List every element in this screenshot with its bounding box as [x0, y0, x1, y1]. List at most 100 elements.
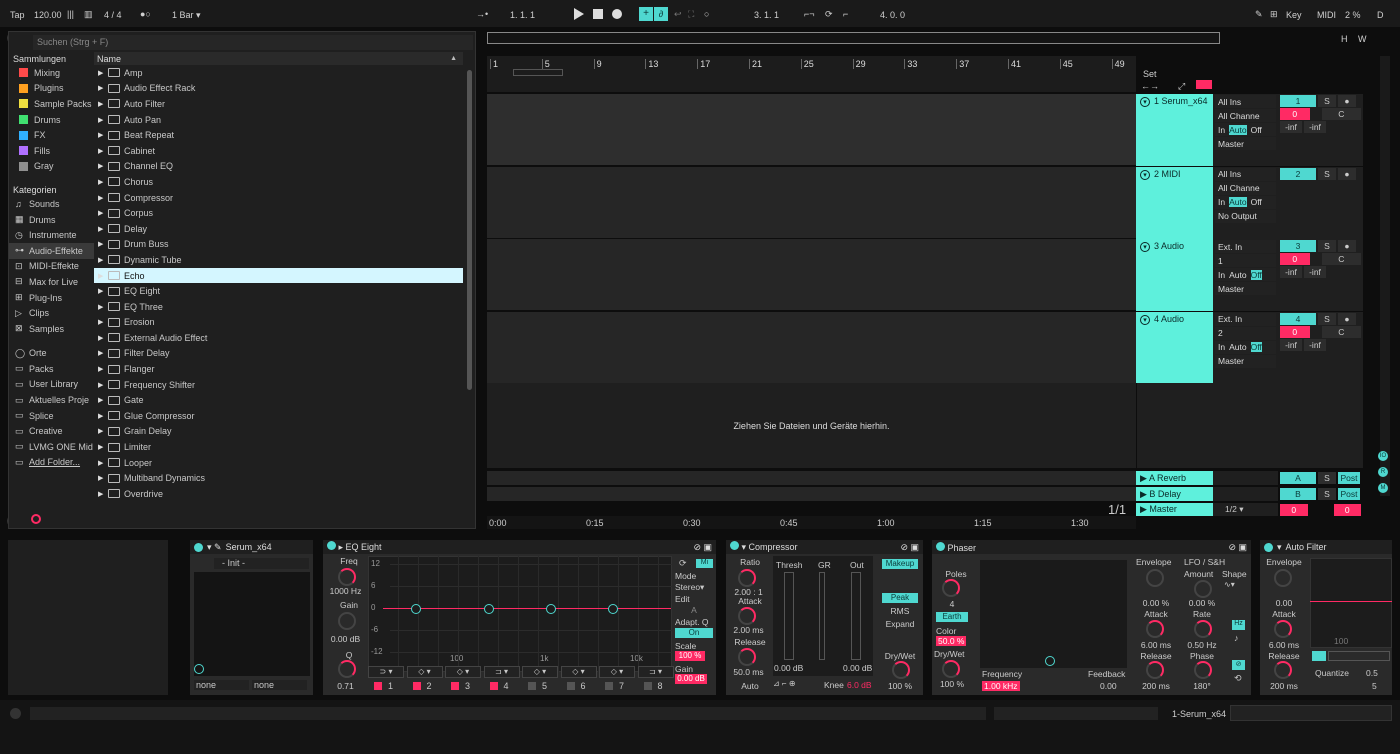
- browser-list-item[interactable]: ▶ Dynamic Tube: [94, 252, 463, 268]
- category-item[interactable]: ▦ Drums: [9, 212, 94, 228]
- midi-map-button[interactable]: MIDI: [1317, 10, 1336, 20]
- comp-knee-value[interactable]: 6.0 dB: [847, 680, 872, 690]
- preview-icon[interactable]: [31, 514, 41, 524]
- tap-button[interactable]: Tap: [10, 10, 25, 20]
- place-item[interactable]: ▭ Splice: [9, 408, 94, 424]
- r-toggle-button[interactable]: R: [1378, 467, 1388, 477]
- monitor-auto-button[interactable]: Auto: [1229, 197, 1247, 207]
- collection-item[interactable]: Gray: [9, 159, 94, 175]
- eq-filter-shape-icon[interactable]: ◇ ▾: [560, 666, 597, 678]
- eq-band-toggle[interactable]: [566, 682, 575, 690]
- monitor-switch[interactable]: In Auto Off: [1215, 268, 1276, 281]
- place-item[interactable]: ▭ Aktuelles Proje: [9, 392, 94, 408]
- af-filter-type-buttons[interactable]: [1312, 651, 1326, 661]
- eq-band-toggle[interactable]: [528, 682, 536, 690]
- track-header[interactable]: ▾ 2 MIDI: [1136, 166, 1213, 239]
- browser-list-item[interactable]: ▶ EQ Three: [94, 299, 463, 315]
- comp-rms-button[interactable]: RMS: [882, 606, 918, 616]
- browser-list-item[interactable]: ▶ Filter Delay: [94, 346, 463, 362]
- monitor-switch[interactable]: In Auto Off: [1215, 340, 1276, 354]
- eq-filter-shape-icon[interactable]: ⊐ ▾: [637, 666, 674, 678]
- track-header[interactable]: ▾ 1 Serum_x64: [1136, 94, 1213, 166]
- eq-band-node[interactable]: [546, 604, 556, 614]
- expand-arrow-icon[interactable]: ▶: [98, 147, 108, 155]
- master-fold-icon[interactable]: ▶: [1140, 504, 1149, 514]
- input-type-dropdown[interactable]: All Ins: [1215, 95, 1276, 108]
- pan-field[interactable]: C: [1321, 108, 1361, 120]
- arm-button[interactable]: ●: [1338, 312, 1356, 325]
- phaser-attack-knob[interactable]: [1146, 620, 1164, 638]
- phaser-poles-knob[interactable]: [942, 579, 960, 597]
- automation-arm-button[interactable]: ∂: [654, 7, 668, 21]
- expand-arrow-icon[interactable]: ▶: [98, 412, 108, 420]
- draw-mode-icon[interactable]: ✎: [1255, 9, 1263, 20]
- phaser-drywet-knob[interactable]: [942, 660, 960, 678]
- af-quantize-label[interactable]: Quantize: [1315, 668, 1349, 678]
- place-item[interactable]: ▭ User Library: [9, 377, 94, 393]
- category-item[interactable]: ▷ Clips: [9, 305, 94, 321]
- wrench-icon[interactable]: ▾ ✎: [207, 542, 222, 553]
- browser-list-item[interactable]: ▶ Multiband Dynamics: [94, 470, 463, 486]
- browser-list-item[interactable]: ▶ Delay: [94, 221, 463, 237]
- phaser-shape-dropdown[interactable]: ∿▾: [1224, 580, 1235, 589]
- eq-band-toggle[interactable]: [643, 682, 652, 690]
- collection-item[interactable]: Sample Packs: [9, 96, 94, 112]
- metronome-icon[interactable]: |||: [67, 9, 74, 19]
- expand-arrow-icon[interactable]: ▶: [98, 84, 108, 92]
- stop-icon[interactable]: [593, 9, 603, 19]
- eq-filter-shape-icon[interactable]: ⊃ ▾: [368, 666, 404, 678]
- input-type-dropdown[interactable]: Ext. In: [1215, 312, 1276, 326]
- expand-arrow-icon[interactable]: ▶: [98, 474, 108, 482]
- loop-icon[interactable]: ⟳: [825, 9, 833, 20]
- expand-arrow-icon[interactable]: ▶: [98, 365, 108, 373]
- loop-length-field[interactable]: 4. 0. 0: [880, 10, 905, 20]
- phaser-power-icon[interactable]: [936, 541, 945, 551]
- category-item[interactable]: ⊡ MIDI-Effekte: [9, 259, 94, 275]
- arm-button[interactable]: ●: [1338, 167, 1356, 180]
- eq-edit-value[interactable]: A: [675, 605, 713, 615]
- punch-in-icon[interactable]: ⌐¬: [804, 9, 815, 19]
- eq-gain-knob[interactable]: [338, 612, 356, 630]
- af-q-value[interactable]: 0.5: [1366, 668, 1378, 678]
- return-activator-button[interactable]: B: [1280, 488, 1316, 500]
- eq-scale-value[interactable]: 100 %: [675, 651, 705, 661]
- volume-field[interactable]: 0: [1280, 325, 1310, 338]
- output-dropdown[interactable]: Master: [1215, 137, 1276, 150]
- eq-settings-icon[interactable]: ⊘ ▣: [693, 542, 712, 553]
- expand-arrow-icon[interactable]: ▶: [98, 318, 108, 326]
- key-map-button[interactable]: Key: [1286, 10, 1302, 20]
- expand-arrow-icon[interactable]: ▶: [98, 396, 108, 404]
- eq-filter-shape-icon[interactable]: ◇ ▾: [522, 666, 558, 678]
- arrangement-scrollbar[interactable]: [1380, 56, 1390, 496]
- return-solo-button[interactable]: S: [1318, 472, 1336, 484]
- eq-filter-shape-icon[interactable]: ◇ ▾: [599, 666, 635, 678]
- browser-list-item[interactable]: ▶ Limiter: [94, 439, 463, 455]
- eq-band-toggle[interactable]: [451, 682, 459, 690]
- af-filter-type-more[interactable]: [1328, 651, 1390, 661]
- af-release-knob[interactable]: [1274, 661, 1292, 679]
- cue-out-dropdown[interactable]: 1/2 ▾: [1213, 503, 1278, 516]
- browser-list-item[interactable]: ▶ Auto Filter: [94, 96, 463, 112]
- monitor-in-button[interactable]: In: [1218, 125, 1225, 135]
- keyboard-icon[interactable]: ⊞: [1270, 9, 1278, 20]
- phaser-release-knob[interactable]: [1146, 661, 1164, 679]
- input-type-dropdown[interactable]: All Ins: [1215, 167, 1276, 181]
- category-item[interactable]: ⊟ Max for Live: [9, 274, 94, 290]
- eq-band-control[interactable]: ⊐ ▾ 8: [637, 666, 674, 691]
- quantize-dropdown[interactable]: 1 Bar ▾: [172, 10, 201, 21]
- expand-arrow-icon[interactable]: ▶: [98, 240, 108, 248]
- browser-list-item[interactable]: ▶ Gate: [94, 392, 463, 408]
- return-post-button[interactable]: Post: [1338, 472, 1360, 484]
- lock-icon[interactable]: [1196, 80, 1212, 89]
- phaser-freq-value[interactable]: 1.00 kHz: [982, 681, 1020, 691]
- m-toggle-button[interactable]: M: [1378, 483, 1388, 493]
- serum-power-icon[interactable]: [194, 542, 203, 552]
- comp-mode-icons[interactable]: ⊿ ⌐ ⊕: [773, 679, 796, 688]
- phaser-phase-knob[interactable]: [1194, 661, 1212, 679]
- eq-filter-shape-icon[interactable]: ◇ ▾: [445, 666, 481, 678]
- monitor-off-button[interactable]: Off: [1251, 125, 1262, 135]
- track-lane[interactable]: [487, 94, 1136, 166]
- expand-arrow-icon[interactable]: ▶: [98, 178, 108, 186]
- browser-list-item[interactable]: ▶ Erosion: [94, 315, 463, 331]
- comp-ratio-knob[interactable]: [738, 569, 756, 587]
